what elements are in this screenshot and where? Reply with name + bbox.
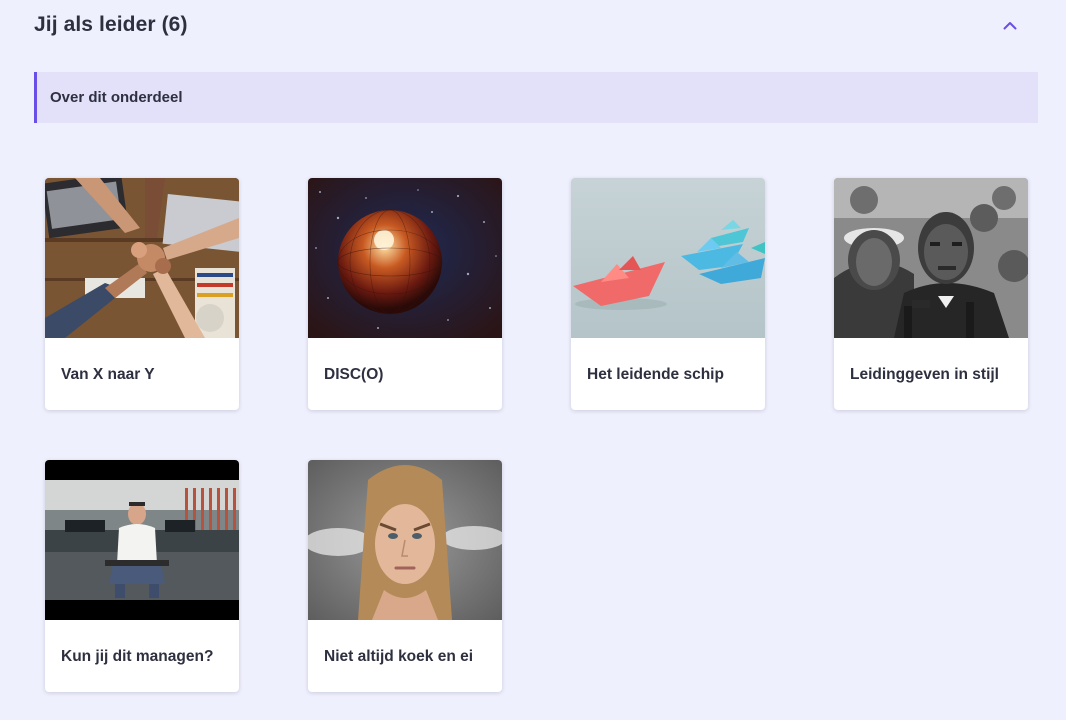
course-card[interactable]: DISC(O): [308, 178, 502, 410]
about-section-label: Over dit onderdeel: [50, 89, 183, 106]
course-card[interactable]: Het leidende schip: [571, 178, 765, 410]
collapse-button[interactable]: [998, 13, 1022, 37]
card-image: [45, 178, 239, 338]
card-title: Kun jij dit managen?: [61, 648, 214, 665]
card-title: Het leidende schip: [587, 366, 724, 383]
card-title: Niet altijd koek en ei: [324, 648, 474, 665]
black-and-white-speaker-image: [834, 178, 1028, 338]
section-header[interactable]: Jij als leider (6): [34, 0, 1038, 50]
team-fist-bump-image: [45, 178, 239, 338]
card-title: DISC(O): [324, 366, 384, 383]
card-image: [834, 178, 1028, 338]
card-image: [308, 460, 502, 620]
man-seated-in-office-image: [45, 460, 239, 620]
paper-boats-image: [571, 178, 765, 338]
course-card[interactable]: Van X naar Y: [45, 178, 239, 410]
section-title: Jij als leider (6): [34, 13, 188, 36]
card-title: Van X naar Y: [61, 366, 155, 383]
card-image: [571, 178, 765, 338]
card-image: [308, 178, 502, 338]
course-card[interactable]: Kun jij dit managen?: [45, 460, 239, 692]
about-section-toggle[interactable]: Over dit onderdeel: [34, 72, 1038, 123]
angry-woman-steam-ears-image: [308, 460, 502, 620]
card-image: [45, 460, 239, 620]
course-card[interactable]: Niet altijd koek en ei: [308, 460, 502, 692]
disco-ball-image: [308, 178, 502, 338]
chevron-up-icon: [1003, 21, 1017, 29]
card-title: Leidinggeven in stijl: [850, 366, 999, 383]
course-card[interactable]: Leidinggeven in stijl: [834, 178, 1028, 410]
